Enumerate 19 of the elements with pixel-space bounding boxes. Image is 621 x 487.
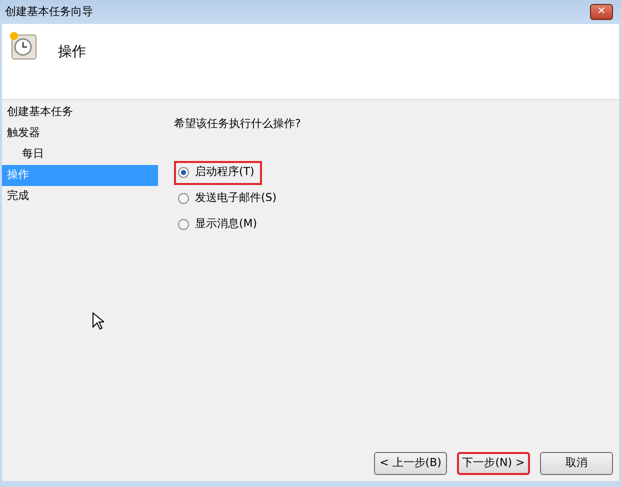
radio-button[interactable] xyxy=(178,167,189,178)
wizard-button[interactable]: 取消 xyxy=(540,452,613,475)
step-item[interactable]: 每日 xyxy=(2,144,158,165)
question-text: 希望该任务执行什么操作? xyxy=(174,116,301,132)
wizard-button[interactable]: 下一步(N) > xyxy=(457,452,530,475)
step-item[interactable]: 完成 xyxy=(2,186,158,207)
step-item[interactable]: 触发器 xyxy=(2,123,158,144)
step-item[interactable]: 创建基本任务 xyxy=(2,102,158,123)
header-title: 操作 xyxy=(58,43,86,62)
radio-button[interactable] xyxy=(178,193,189,204)
option-label: 发送电子邮件(S) xyxy=(195,190,277,206)
wizard-button[interactable]: < 上一步(B) xyxy=(374,452,447,475)
radio-button[interactable] xyxy=(178,219,189,230)
close-button[interactable]: ✕ xyxy=(590,4,613,20)
cursor-icon xyxy=(92,312,104,330)
option-label: 显示消息(M) xyxy=(195,216,258,232)
clock-icon xyxy=(8,30,38,60)
window-title: 创建基本任务向导 xyxy=(5,4,93,20)
option-label: 启动程序(T) xyxy=(195,164,254,180)
